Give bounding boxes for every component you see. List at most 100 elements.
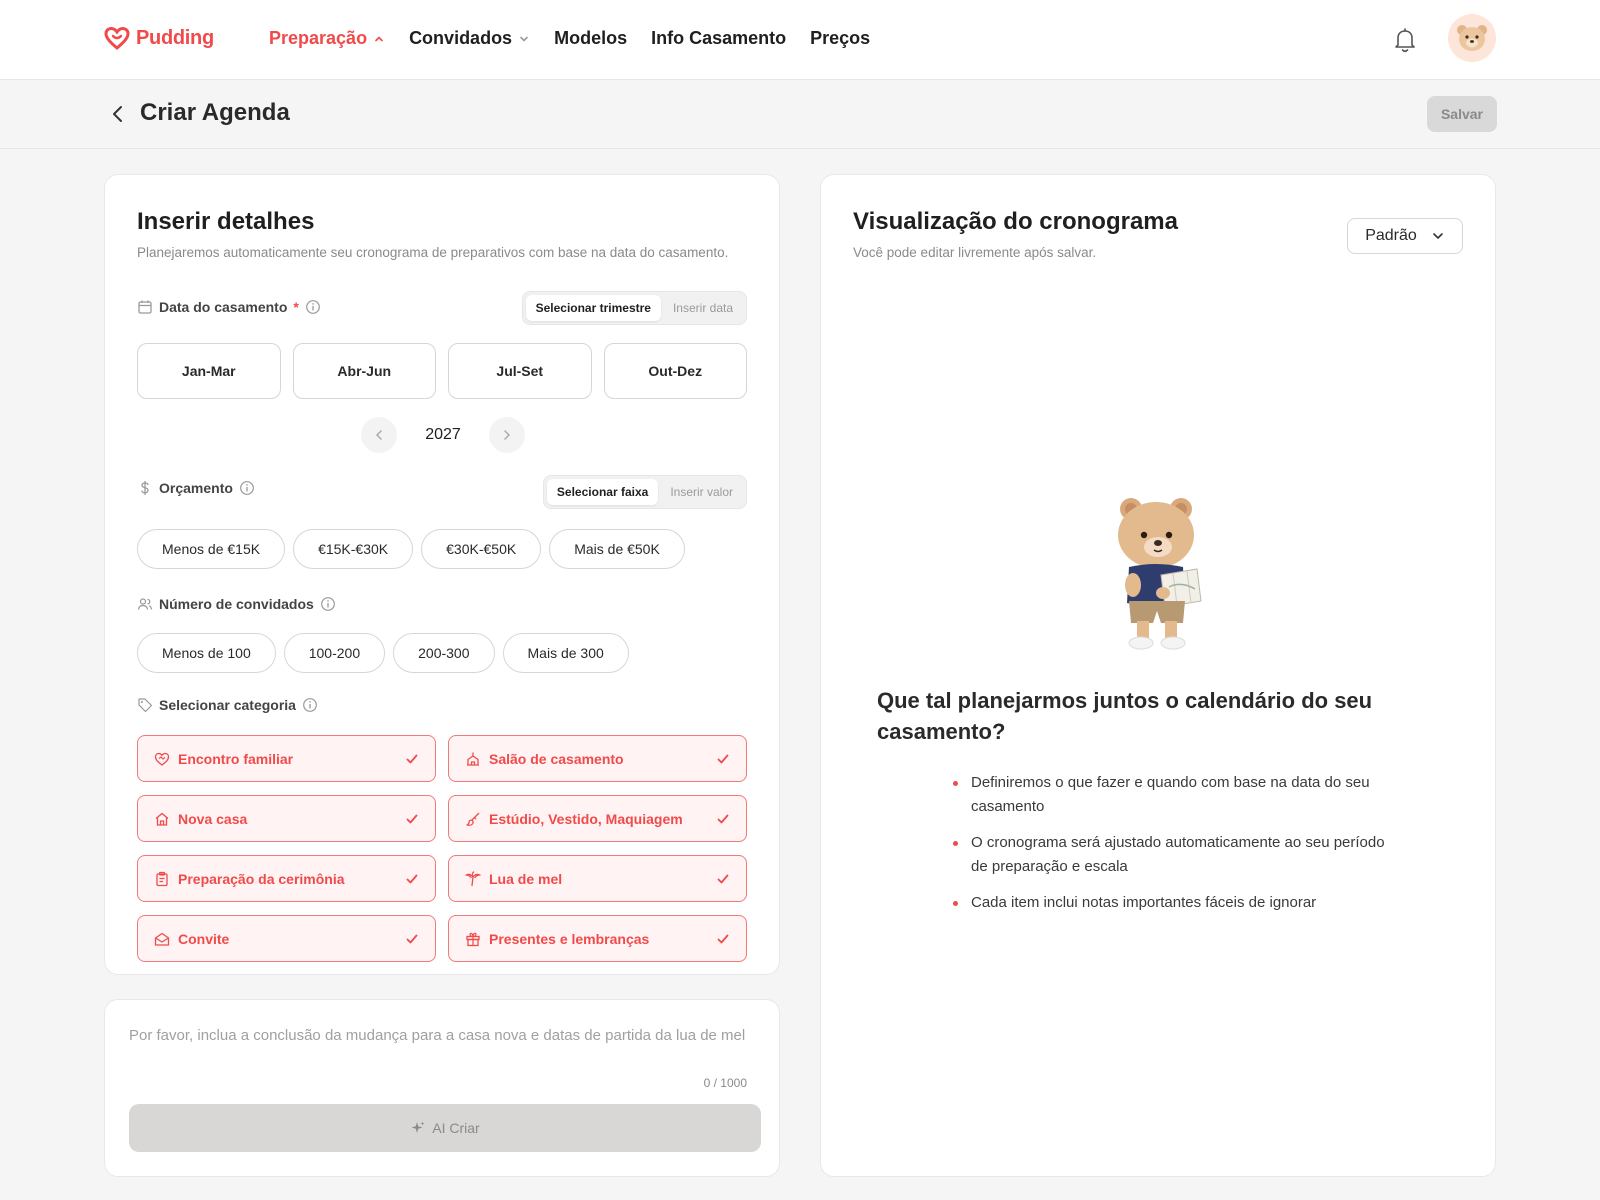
budget-option[interactable]: Mais de €50K — [549, 529, 685, 569]
check-icon — [406, 814, 418, 823]
brand-logo[interactable]: Pudding — [104, 26, 214, 50]
nav-item-label: Info Casamento — [651, 28, 787, 48]
feature-item: Cada item inclui notas importantes fácei… — [951, 891, 1391, 915]
details-card: Inserir detalhes Planejaremos automatica… — [104, 174, 780, 975]
quarter-option[interactable]: Out-Dez — [603, 343, 747, 399]
nav-item-label: Preparação — [269, 28, 368, 48]
nav-item-modelos[interactable]: Modelos — [554, 28, 627, 49]
next-year-button[interactable] — [489, 417, 525, 453]
chevron-left-icon — [113, 106, 122, 122]
category-lua-de-mel[interactable]: Lua de mel — [448, 855, 747, 902]
nav-item-precos[interactable]: Preços — [810, 28, 870, 49]
dollar-icon — [141, 480, 149, 496]
bell-icon — [1395, 28, 1415, 53]
home-icon — [155, 812, 169, 826]
ai-create-label: AI Criar — [432, 1120, 480, 1136]
budget-option[interactable]: Menos de €15K — [137, 529, 286, 569]
wedding-date-mode-toggle: Selecionar trimestre Inserir data — [521, 291, 747, 325]
mode-input-date[interactable]: Inserir data — [663, 295, 743, 321]
guests-option[interactable]: Menos de 100 — [137, 633, 276, 673]
check-icon — [406, 754, 418, 763]
check-icon — [717, 754, 729, 763]
guests-label-text: Número de convidados — [159, 596, 314, 612]
check-icon — [406, 934, 418, 943]
info-icon[interactable] — [302, 697, 318, 713]
bear-avatar-icon — [1457, 25, 1487, 51]
guests-option[interactable]: Mais de 300 — [502, 633, 629, 673]
ai-create-button[interactable]: AI Criar — [129, 1104, 761, 1152]
mode-input-value[interactable]: Inserir valor — [660, 479, 743, 505]
category-estudio-vestido-maquiagem[interactable]: Estúdio, Vestido, Maquiagem — [448, 795, 747, 842]
category-options: Encontro familiar Salão de casamento Nov… — [137, 735, 747, 962]
category-encontro-familiar[interactable]: Encontro familiar — [137, 735, 436, 782]
char-counter: 0 / 1000 — [703, 1076, 747, 1090]
mail-open-icon — [154, 932, 170, 946]
quarter-options: Jan-Mar Abr-Jun Jul-Set Out-Dez — [137, 343, 747, 399]
wedding-date-label: Data do casamento * — [137, 299, 321, 315]
category-preparacao-da-cerimonia[interactable]: Preparação da cerimônia — [137, 855, 436, 902]
guests-option[interactable]: 200-300 — [393, 633, 495, 673]
calendar-icon — [138, 300, 152, 314]
guests-option[interactable]: 100-200 — [283, 633, 386, 673]
category-label: Presentes e lembranças — [489, 930, 650, 947]
prompt-textarea[interactable]: Por favor, inclua a conclusão da mudança… — [129, 1024, 759, 1047]
category-nova-casa[interactable]: Nova casa — [137, 795, 436, 842]
prev-year-button[interactable] — [361, 417, 397, 453]
quarter-option[interactable]: Abr-Jun — [292, 343, 436, 399]
budget-mode-toggle: Selecionar faixa Inserir valor — [542, 475, 747, 509]
info-icon[interactable] — [305, 299, 321, 315]
category-label: Selecionar categoria — [137, 697, 318, 713]
back-button[interactable] — [108, 102, 128, 131]
notification-button[interactable] — [1392, 26, 1418, 59]
category-label: Estúdio, Vestido, Maquiagem — [489, 810, 683, 827]
nav-item-info-casamento[interactable]: Info Casamento — [651, 28, 786, 49]
category-salao-de-casamento[interactable]: Salão de casamento — [448, 735, 747, 782]
category-label: Salão de casamento — [489, 750, 624, 767]
palm-icon — [465, 870, 481, 886]
users-icon — [137, 598, 153, 610]
nav-item-label: Convidados — [409, 28, 513, 48]
category-label: Nova casa — [178, 810, 248, 827]
brand-name: Pudding — [136, 26, 214, 49]
check-icon — [717, 814, 729, 823]
prompt-card: Por favor, inclua a conclusão da mudança… — [104, 999, 780, 1177]
preview-subtitle: Você pode editar livremente após salvar. — [853, 245, 1097, 260]
chevron-down-icon — [1432, 233, 1443, 240]
category-presentes-e-lembrancas[interactable]: Presentes e lembranças — [448, 915, 747, 962]
info-icon[interactable] — [320, 596, 336, 612]
mode-select-quarter[interactable]: Selecionar trimestre — [525, 295, 661, 321]
category-label: Encontro familiar — [178, 750, 294, 767]
quarter-option[interactable]: Jul-Set — [448, 343, 592, 399]
chevron-right-icon — [504, 430, 511, 440]
mode-select-range[interactable]: Selecionar faixa — [546, 479, 659, 505]
check-icon — [717, 874, 729, 883]
nav-item-label: Preços — [810, 28, 871, 48]
budget-options: Menos de €15K €15K-€30K €30K-€50K Mais d… — [137, 529, 685, 569]
year-value: 2027 — [425, 426, 461, 443]
wedding-date-label-text: Data do casamento — [159, 299, 288, 315]
sparkle-icon — [411, 1121, 425, 1133]
quarter-option[interactable]: Jan-Mar — [137, 343, 281, 399]
category-convite[interactable]: Convite — [137, 915, 436, 962]
budget-option[interactable]: €15K-€30K — [293, 529, 414, 569]
budget-option[interactable]: €30K-€50K — [421, 529, 542, 569]
top-navbar: Pudding Preparação Convidados Modelos In… — [0, 0, 1600, 80]
nav-item-label: Modelos — [554, 28, 628, 48]
check-icon — [406, 874, 418, 883]
heart-handshake-icon — [154, 752, 170, 766]
brush-icon — [466, 812, 480, 826]
preview-card: Visualização do cronograma Você pode edi… — [820, 174, 1496, 1177]
save-button[interactable]: Salvar — [1427, 96, 1497, 132]
tag-icon — [138, 698, 153, 713]
feature-item: O cronograma será ajustado automaticamen… — [951, 831, 1391, 879]
info-icon[interactable] — [239, 480, 255, 496]
template-dropdown[interactable]: Padrão — [1347, 218, 1463, 254]
bear-mascot-illustration — [1111, 495, 1211, 660]
details-title: Inserir detalhes — [137, 208, 315, 235]
avatar[interactable] — [1448, 14, 1496, 62]
gift-icon — [466, 932, 480, 946]
category-label: Convite — [178, 930, 230, 947]
nav-item-convidados[interactable]: Convidados — [409, 28, 530, 49]
category-label: Lua de mel — [489, 870, 563, 887]
nav-item-preparacao[interactable]: Preparação — [269, 28, 385, 49]
